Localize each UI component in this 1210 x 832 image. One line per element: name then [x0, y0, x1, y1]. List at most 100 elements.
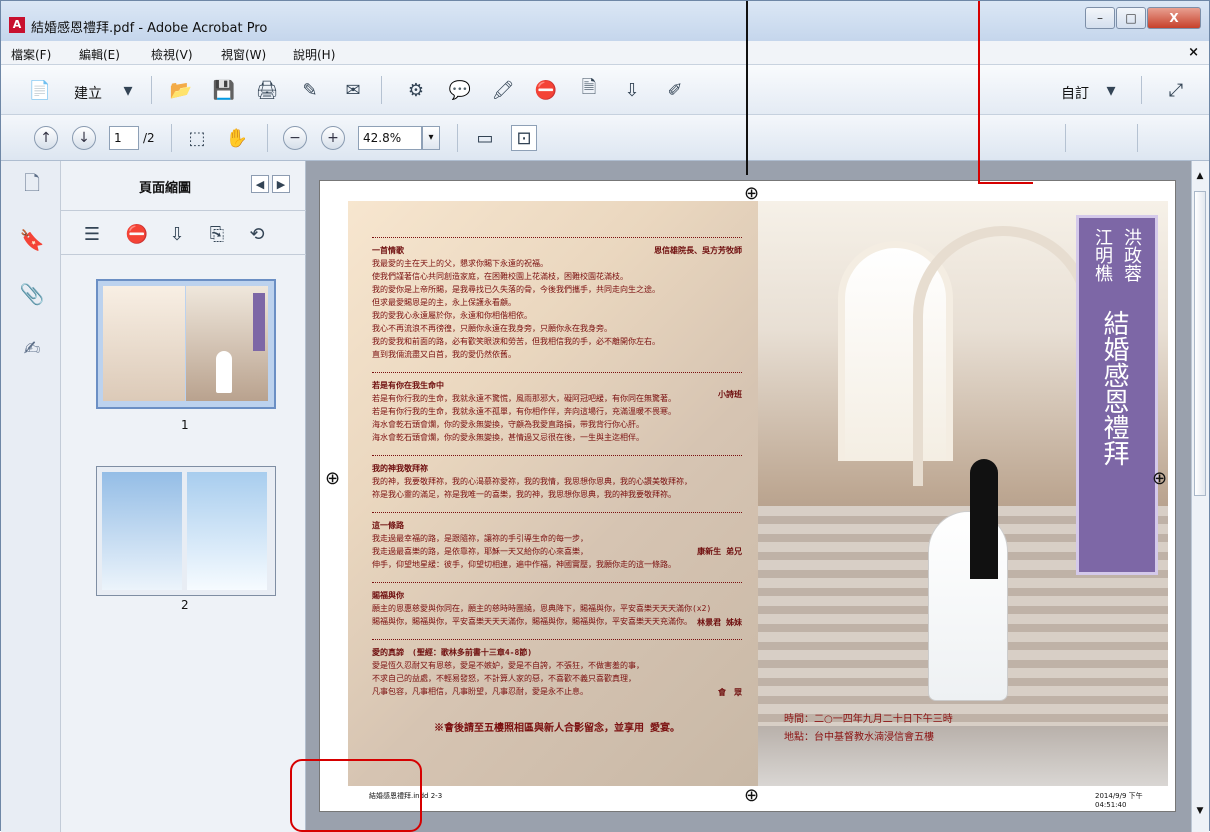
- title-panel: 洪政蓉 江明樵 結婚感恩禮拜: [1076, 215, 1158, 575]
- new-doc-icon[interactable]: 📄: [27, 77, 53, 103]
- email-icon[interactable]: ✉: [340, 77, 366, 103]
- print-icon[interactable]: 🖨: [254, 77, 280, 103]
- poem-line: 愛是恆久忍耐又有恩慈，愛是不嫉妒，愛是不自誇，不張狂，不做害羞的事，: [372, 661, 644, 670]
- scroll-down-icon[interactable]: ▼: [1194, 806, 1206, 818]
- thumb-left-page: [103, 286, 185, 401]
- poem-line: 我的愛我心永遠屬於你，永遠和你相偕相依。: [372, 311, 532, 320]
- thumb-purple-panel: [253, 293, 265, 351]
- text-divider: [372, 575, 742, 583]
- menu-edit[interactable]: 編輯(E): [79, 46, 120, 63]
- annotation-line-left: [746, 1, 748, 175]
- highlight-icon[interactable]: 🖍: [490, 77, 516, 103]
- insert-page-icon[interactable]: 🗎: [576, 77, 602, 103]
- text-divider: [372, 505, 742, 513]
- page-thumbnail-2[interactable]: [96, 466, 276, 596]
- rotate-page-icon[interactable]: ⟲: [244, 221, 270, 247]
- options-menu-icon[interactable]: ☰: [79, 221, 105, 247]
- maximize-button[interactable]: □: [1116, 7, 1146, 29]
- thumbnail-panel-title: 頁面縮圖: [139, 181, 192, 196]
- create-button[interactable]: 建立: [74, 83, 102, 103]
- menu-help[interactable]: 說明(H): [293, 46, 335, 63]
- poem-line: 直到我倆流盡又白首，我的愛仍然依舊。: [372, 350, 516, 359]
- collapse-left-icon[interactable]: ◀: [251, 175, 269, 193]
- bookmark-icon[interactable]: 🔖: [19, 227, 45, 253]
- poem-line: 我走過最喜樂的路，是依靠祢，耶穌一天又給你的心來喜樂，: [372, 547, 588, 556]
- menu-window[interactable]: 視窗(W): [221, 46, 266, 63]
- up-arrow-icon[interactable]: ↑: [34, 126, 58, 150]
- name-1: 洪政蓉: [1121, 228, 1142, 282]
- fit-width-icon[interactable]: ▭: [472, 125, 498, 151]
- hand-icon[interactable]: ✋: [224, 125, 250, 151]
- page-thumbnails-icon[interactable]: 🗋: [19, 171, 45, 199]
- thumb-left-page-2: [102, 472, 182, 590]
- page-thumbnail-1[interactable]: [96, 279, 276, 409]
- extract-page-icon[interactable]: ⎘: [204, 221, 230, 247]
- poem-line: 使我們謹著信心共同創造家庭，在困難校園上花滿枝，困難校園花滿枝。: [372, 272, 628, 281]
- fit-page-icon[interactable]: ⊡: [511, 125, 537, 151]
- footer-right: 2014/9/9 下午 04:51:40: [1095, 792, 1143, 809]
- thumb-bride: [216, 351, 232, 393]
- document-close-icon[interactable]: ×: [1188, 45, 1199, 60]
- menu-bar: 檔案(F) 編輯(E) 檢視(V) 視窗(W) 說明(H) ×: [1, 41, 1209, 65]
- pdf-spread: 一首情歌 恩信雄院長、吳方芳牧師 我最愛的主在天上的父，懇求你賜下永遠的祝福。 …: [320, 181, 1175, 811]
- page-number-input[interactable]: 1: [109, 126, 139, 150]
- groom: [970, 459, 998, 579]
- delete-page-icon[interactable]: ⛔: [533, 77, 559, 103]
- highlight-box: [290, 759, 422, 832]
- toolbar-separator: [151, 76, 152, 104]
- chevron-down-icon[interactable]: ▾: [120, 77, 136, 103]
- poem-line: 海水會乾石頭會爛，你的愛永無變換，甚情過又忌很在後，一生與主迄相伴。: [372, 433, 644, 442]
- zoom-in-icon[interactable]: +: [321, 126, 345, 150]
- poem-line: 伸手，仰望地星緩：彼手，仰望切相連，遍中作福，神國實壓，我願你走的這一條路。: [372, 560, 676, 569]
- acrobat-window: A 結婚感恩禮拜.pdf - Adobe Acrobat Pro – □ X 檔…: [0, 0, 1210, 832]
- toolbar-separator: [267, 124, 268, 152]
- menu-file[interactable]: 檔案(F): [11, 46, 51, 63]
- edit-page-icon[interactable]: ✐: [662, 77, 688, 103]
- scroll-up-icon[interactable]: ▲: [1194, 171, 1206, 183]
- zoom-out-icon[interactable]: −: [283, 126, 307, 150]
- edit-icon[interactable]: ✎: [297, 77, 323, 103]
- attachment-icon[interactable]: 📎: [19, 281, 45, 307]
- expand-right-icon[interactable]: ▶: [272, 175, 290, 193]
- minimize-button[interactable]: –: [1085, 7, 1115, 29]
- select-icon[interactable]: ⬚: [184, 125, 210, 151]
- vertical-scrollbar[interactable]: ▲ ▼: [1191, 161, 1209, 832]
- open-folder-icon[interactable]: 📂: [168, 77, 194, 103]
- text-divider: [372, 448, 742, 456]
- registration-mark-icon: ⊕: [1152, 468, 1168, 489]
- insert-page-icon[interactable]: ⇩: [164, 221, 190, 247]
- delete-page-icon[interactable]: ⛔: [124, 221, 150, 247]
- comment-icon[interactable]: 💬: [447, 77, 473, 103]
- thumbnail-label-2: 2: [181, 598, 189, 612]
- toolbar-separator: [381, 76, 382, 104]
- poem-line: 若是有你行我的生命，我就永遠不孤單，有你相作伴，奔向這場行，充滿溫暖不畏寒。: [372, 407, 676, 416]
- gear-icon[interactable]: ⚙: [403, 77, 429, 103]
- toolbar-separator: [457, 124, 458, 152]
- event-time: 時間：二○一四年九月二十日下午三時: [784, 714, 953, 725]
- menu-view[interactable]: 檢視(V): [151, 46, 193, 63]
- save-icon[interactable]: 💾: [211, 77, 237, 103]
- poem-line: 但求最愛賜恩是的主，永上保護永看顧。: [372, 298, 516, 307]
- poem-author: 康新生 弟兄: [697, 547, 742, 556]
- scroll-thumb[interactable]: [1194, 191, 1206, 496]
- window-title: 結婚感恩禮拜.pdf - Adobe Acrobat Pro: [31, 21, 268, 36]
- extract-page-icon[interactable]: ⇩: [619, 77, 645, 103]
- wedding-couple: [928, 451, 1010, 706]
- acrobat-icon: A: [9, 17, 25, 33]
- chevron-down-icon[interactable]: ▾: [1103, 77, 1119, 103]
- poem-author: 小詩班: [718, 390, 742, 399]
- main-toolbar: 📄 建立 ▾ 📂 💾 🖨 ✎ ✉ ⚙ 💬 🖍 ⛔ 🗎 ⇩ ✐ 自訂 ▾ ⤢: [1, 65, 1209, 115]
- down-arrow-icon[interactable]: ↓: [72, 126, 96, 150]
- zoom-dropdown[interactable]: ▾: [422, 126, 440, 150]
- annotation-line-right: [978, 1, 980, 184]
- customize-button[interactable]: 自訂: [1061, 83, 1089, 103]
- expand-icon[interactable]: ⤢: [1163, 77, 1189, 103]
- signature-icon[interactable]: ✍: [19, 335, 45, 361]
- right-page: 洪政蓉 江明樵 結婚感恩禮拜 時間：二○一四年九月二十日下午三時 地點：台中基督…: [758, 201, 1168, 786]
- document-viewer[interactable]: 一首情歌 恩信雄院長、吳方芳牧師 我最愛的主在天上的父，懇求你賜下永遠的祝福。 …: [290, 161, 1191, 832]
- close-button[interactable]: X: [1147, 7, 1201, 29]
- registration-mark-icon: ⊕: [744, 183, 760, 204]
- text-divider: [372, 632, 742, 640]
- zoom-input[interactable]: 42.8%: [358, 126, 422, 150]
- toolbar-separator: [1141, 76, 1142, 104]
